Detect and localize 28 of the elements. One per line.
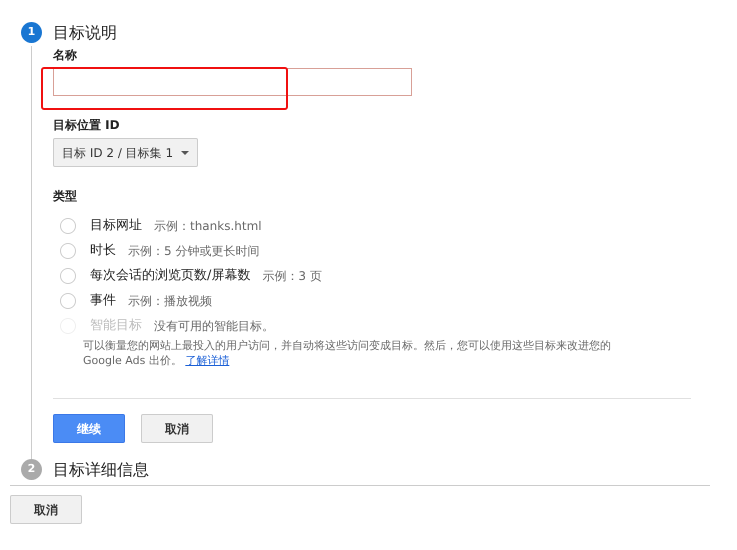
name-field[interactable] — [53, 68, 412, 96]
option-example: 示例：thanks.html — [154, 218, 262, 234]
cancel-button[interactable]: 取消 — [10, 495, 82, 524]
option-label: 事件 — [90, 292, 116, 310]
step-number: 2 — [21, 459, 42, 480]
field-label: 类型 — [53, 188, 78, 205]
radio-button[interactable] — [60, 268, 76, 284]
caret-icon — [181, 150, 190, 154]
option-label: 目标网址 — [90, 216, 142, 235]
step-number: 1 — [21, 22, 42, 43]
option-example: 没有可用的智能目标。 — [154, 318, 274, 334]
field-label: 名称 — [53, 47, 78, 64]
option-example: 示例：5 分钟或更长时间 — [128, 242, 260, 260]
description-text: 可以衡量您的网站上最投入的用户访问，并自动将这些访问变成目标。然后，您可以使用这些目标来改进您的 Google Ads 出价。 了解详情 — [83, 338, 612, 368]
radio-button[interactable] — [60, 242, 76, 258]
option-example: 示例：3 页 — [262, 268, 322, 284]
radio-button[interactable] — [60, 292, 76, 308]
option-label: 每次会话的浏览页数/屏幕数 — [90, 266, 250, 285]
option-label: 时长 — [90, 242, 116, 260]
cancel-button[interactable]: 取消 — [141, 414, 213, 443]
step-title: 目标说明 — [53, 22, 117, 43]
goal-slot-dropdown[interactable]: 目标 ID 2 / 目标集 1 — [53, 138, 198, 167]
field-label: 目标位置 ID — [53, 117, 121, 134]
step-title: 目标详细信息 — [53, 459, 149, 480]
learn-more-link[interactable]: 了解详情 — [185, 354, 230, 367]
option-label: 智能目标 — [90, 316, 142, 335]
radio-button[interactable] — [60, 218, 76, 234]
option-example: 示例：播放视频 — [128, 292, 212, 310]
